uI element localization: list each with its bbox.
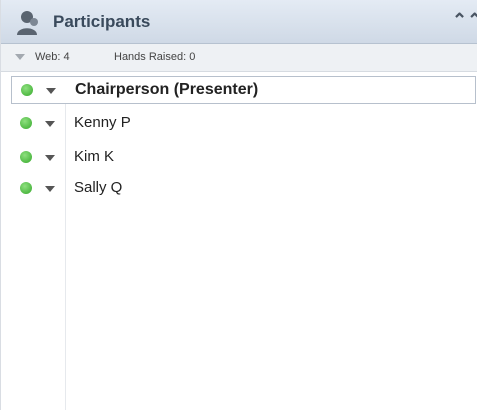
status-online-icon xyxy=(20,151,32,163)
stats-bar: Web: 4 Hands Raised: 0 xyxy=(1,44,477,72)
hands-raised-count: Hands Raised: 0 xyxy=(114,51,196,63)
participant-row[interactable]: Kenny P xyxy=(1,109,477,137)
expand-caret-icon[interactable] xyxy=(15,54,25,60)
status-online-icon xyxy=(20,182,32,194)
participant-menu-caret-icon[interactable] xyxy=(45,186,55,192)
participant-menu-caret-icon[interactable] xyxy=(45,121,55,127)
panel-header: Participants ⌃⌃ xyxy=(1,0,477,44)
double-chevron-up-icon[interactable]: ⌃⌃ xyxy=(452,10,477,31)
participant-name: Kim K xyxy=(74,148,115,165)
participant-name: Sally Q xyxy=(74,179,123,196)
status-online-icon xyxy=(20,117,32,129)
web-count: Web: 4 xyxy=(35,51,70,63)
participants-panel: Participants ⌃⌃ Web: 4 Hands Raised: 0 C… xyxy=(0,0,477,410)
participant-row[interactable]: Sally Q xyxy=(1,174,477,202)
status-online-icon xyxy=(21,84,33,96)
participant-name: Chairperson (Presenter) xyxy=(75,81,259,98)
participant-name: Kenny P xyxy=(74,114,131,131)
participant-list: Chairperson (Presenter) Kenny P Kim K Sa… xyxy=(1,72,477,410)
participant-menu-caret-icon[interactable] xyxy=(45,155,55,161)
participant-row[interactable]: Chairperson (Presenter) xyxy=(11,76,476,104)
participant-row[interactable]: Kim K xyxy=(1,143,477,171)
panel-title: Participants xyxy=(53,12,151,31)
person-icon xyxy=(17,11,38,35)
participant-menu-caret-icon[interactable] xyxy=(46,88,56,94)
